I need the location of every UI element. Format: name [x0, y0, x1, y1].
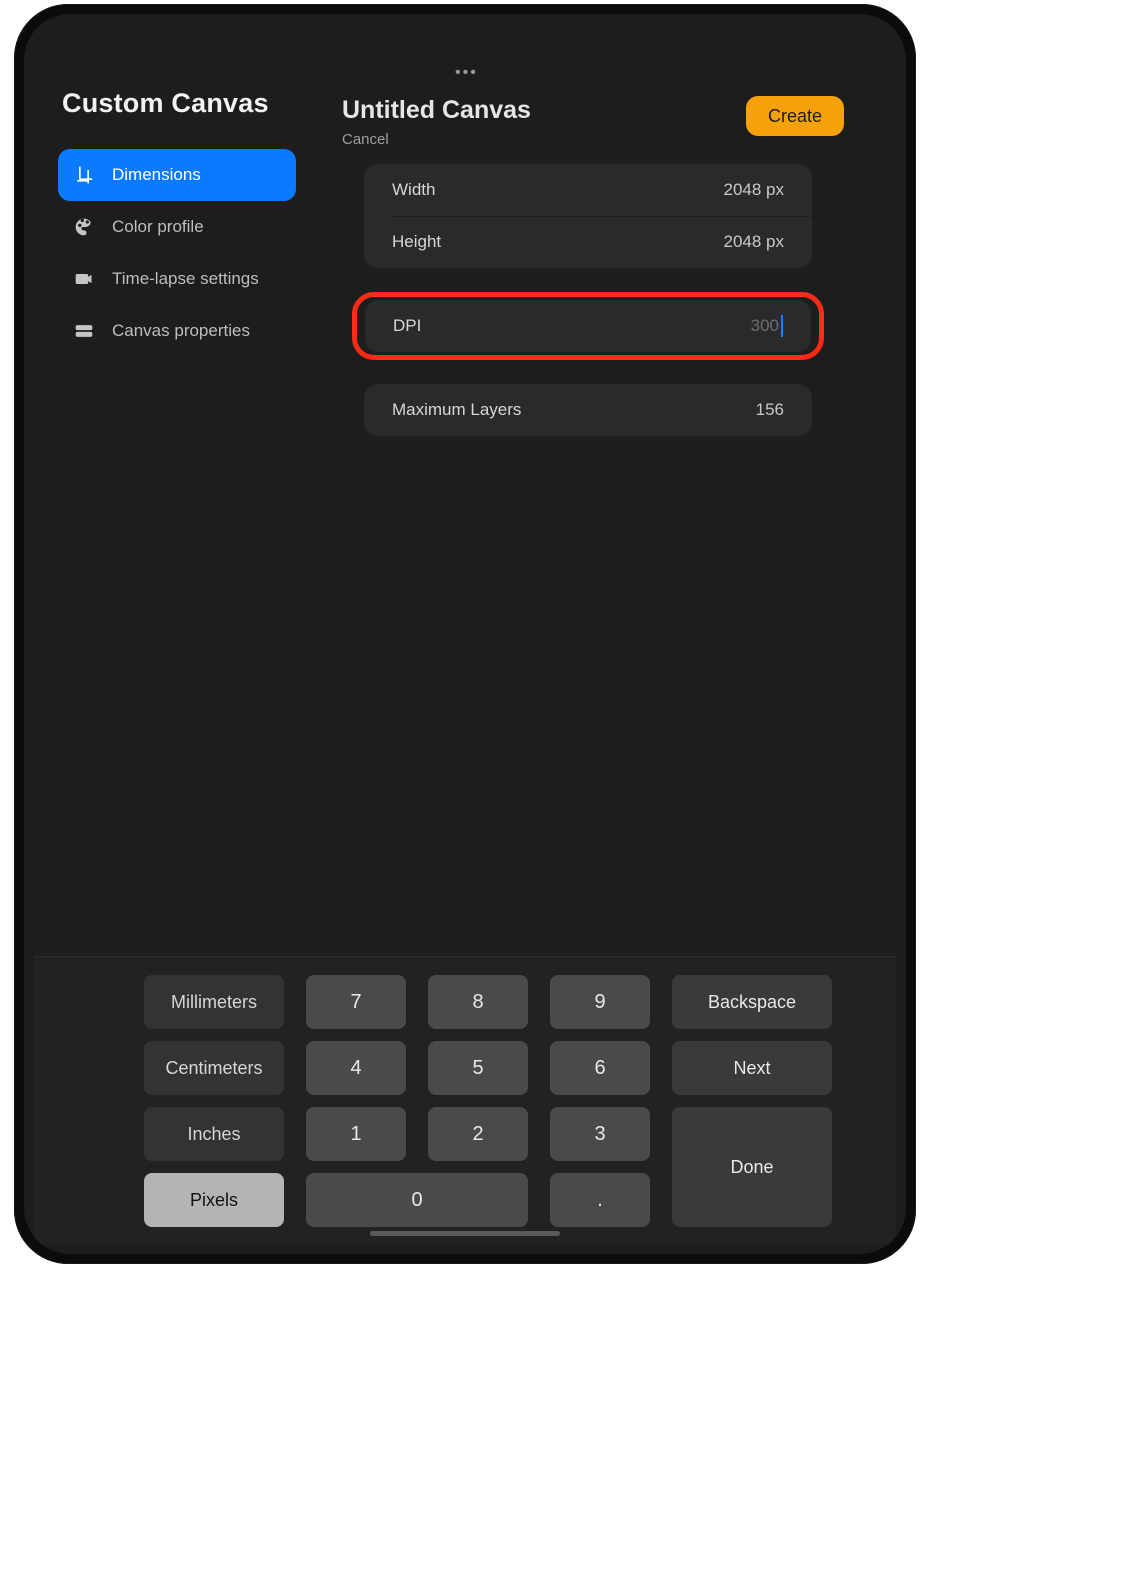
sidebar-item-dimensions[interactable]: Dimensions: [58, 149, 296, 201]
backspace-button[interactable]: Backspace: [672, 975, 832, 1029]
size-group: Width 2048 px Height 2048 px: [364, 164, 812, 268]
main-header: Untitled Canvas Cancel Create: [342, 96, 844, 148]
device-frame: ••• Custom Canvas Dimensions Color profi…: [14, 4, 916, 1264]
video-icon: [74, 269, 94, 289]
max-layers-label: Maximum Layers: [392, 400, 521, 420]
width-row[interactable]: Width 2048 px: [364, 164, 812, 216]
decimal-key[interactable]: .: [550, 1173, 650, 1227]
unit-inches-button[interactable]: Inches: [144, 1107, 284, 1161]
menu-dots-icon[interactable]: •••: [455, 70, 475, 76]
numeric-keyboard: Millimeters 7 8 9 Backspace Centimeters …: [34, 956, 896, 1244]
height-label: Height: [392, 232, 441, 252]
done-button[interactable]: Done: [672, 1107, 832, 1227]
width-value: 2048 px: [724, 180, 785, 200]
digit-9-key[interactable]: 9: [550, 975, 650, 1029]
sidebar-item-color-profile[interactable]: Color profile: [58, 201, 296, 253]
sidebar-item-label: Time-lapse settings: [112, 269, 259, 289]
create-button[interactable]: Create: [746, 96, 844, 136]
dpi-input[interactable]: 300: [751, 315, 783, 337]
digit-6-key[interactable]: 6: [550, 1041, 650, 1095]
max-layers-row: Maximum Layers 156: [364, 384, 812, 436]
dpi-label: DPI: [393, 316, 421, 336]
sidebar-item-time-lapse[interactable]: Time-lapse settings: [58, 253, 296, 305]
max-layers-value: 156: [756, 400, 784, 420]
sidebar: Custom Canvas Dimensions Color profile T…: [58, 78, 296, 357]
height-value: 2048 px: [724, 232, 785, 252]
width-label: Width: [392, 180, 435, 200]
palette-icon: [74, 217, 94, 237]
sidebar-item-canvas-properties[interactable]: Canvas properties: [58, 305, 296, 357]
sidebar-item-label: Canvas properties: [112, 321, 250, 341]
unit-millimeters-button[interactable]: Millimeters: [144, 975, 284, 1029]
digit-1-key[interactable]: 1: [306, 1107, 406, 1161]
dpi-value: 300: [751, 316, 779, 336]
dpi-row[interactable]: DPI 300: [365, 300, 811, 352]
height-row[interactable]: Height 2048 px: [364, 216, 812, 268]
text-cursor: [781, 315, 783, 337]
unit-centimeters-button[interactable]: Centimeters: [144, 1041, 284, 1095]
digit-4-key[interactable]: 4: [306, 1041, 406, 1095]
home-indicator[interactable]: [370, 1231, 560, 1236]
next-button[interactable]: Next: [672, 1041, 832, 1095]
digit-8-key[interactable]: 8: [428, 975, 528, 1029]
dimensions-settings: Width 2048 px Height 2048 px DPI 300: [364, 164, 812, 460]
unit-pixels-button[interactable]: Pixels: [144, 1173, 284, 1227]
sidebar-item-label: Color profile: [112, 217, 204, 237]
digit-3-key[interactable]: 3: [550, 1107, 650, 1161]
crop-icon: [74, 165, 94, 185]
digit-0-key[interactable]: 0: [306, 1173, 528, 1227]
digit-7-key[interactable]: 7: [306, 975, 406, 1029]
properties-icon: [74, 321, 94, 341]
dpi-row-highlight: DPI 300: [352, 292, 824, 360]
sidebar-title: Custom Canvas: [62, 88, 296, 119]
max-layers-group: Maximum Layers 156: [364, 384, 812, 436]
screen: ••• Custom Canvas Dimensions Color profi…: [24, 14, 906, 1254]
digit-2-key[interactable]: 2: [428, 1107, 528, 1161]
sidebar-item-label: Dimensions: [112, 165, 201, 185]
digit-5-key[interactable]: 5: [428, 1041, 528, 1095]
